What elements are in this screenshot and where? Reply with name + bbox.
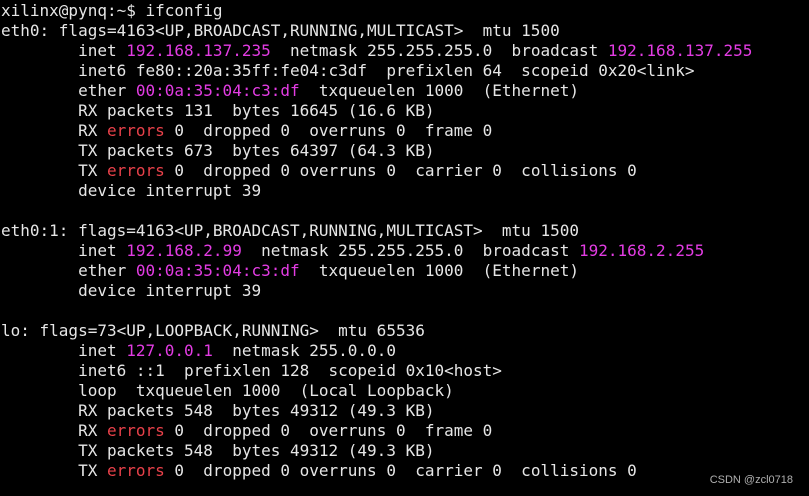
text-segment: TX <box>1 461 107 480</box>
terminal-line: lo: flags=73<UP,LOOPBACK,RUNNING> mtu 65… <box>0 321 809 341</box>
text-segment: loop txqueuelen 1000 (Local Loopback) <box>1 381 454 400</box>
text-segment: netmask 255.255.255.0 broadcast <box>241 241 579 260</box>
errors-label: errors <box>106 161 165 180</box>
prompt-line: xilinx@pynq:~$ ifconfig <box>0 1 809 21</box>
text-segment: device interrupt 39 <box>1 181 262 200</box>
terminal-line: RX packets 548 bytes 49312 (49.3 KB) <box>0 401 809 421</box>
text-segment: ether <box>1 261 136 280</box>
text-segment: txqueuelen 1000 (Ethernet) <box>299 81 579 100</box>
terminal-line: inet 192.168.2.99 netmask 255.255.255.0 … <box>0 241 809 261</box>
text-segment: lo: flags=73<UP,LOOPBACK,RUNNING> mtu 65… <box>1 321 425 340</box>
errors-label: errors <box>106 461 165 480</box>
terminal-line: eth0:1: flags=4163<UP,BROADCAST,RUNNING,… <box>0 221 809 241</box>
text-segment: inet <box>1 41 127 60</box>
watermark: CSDN @zcl0718 <box>709 474 793 486</box>
text-segment: TX packets 673 bytes 64397 (64.3 KB) <box>1 141 435 160</box>
text-segment: inet <box>1 241 127 260</box>
errors-label: errors <box>106 421 165 440</box>
terminal-line: TX errors 0 dropped 0 overruns 0 carrier… <box>0 161 809 181</box>
address-value: 00:0a:35:04:c3:df <box>135 261 300 280</box>
text-segment: xilinx@pynq:~$ ifconfig <box>1 1 223 20</box>
text-segment: netmask 255.255.255.0 broadcast <box>270 41 608 60</box>
address-value: 00:0a:35:04:c3:df <box>135 81 300 100</box>
terminal-output[interactable]: xilinx@pynq:~$ ifconfig eth0: flags=4163<… <box>0 0 809 496</box>
text-segment: netmask 255.0.0.0 <box>212 341 396 360</box>
text-segment: inet6 fe80::20a:35ff:fe04:c3df prefixlen… <box>1 61 695 80</box>
text-segment: inet6 ::1 prefixlen 128 scopeid 0x10<hos… <box>1 361 502 380</box>
terminal-line: TX packets 673 bytes 64397 (64.3 KB) <box>0 141 809 161</box>
terminal-line: TX errors 0 dropped 0 overruns 0 carrier… <box>0 461 809 481</box>
text-segment: ether <box>1 81 136 100</box>
terminal-line: TX packets 548 bytes 49312 (49.3 KB) <box>0 441 809 461</box>
terminal-line: inet 127.0.0.1 netmask 255.0.0.0 <box>0 341 809 361</box>
terminal-line: ether 00:0a:35:04:c3:df txqueuelen 1000 … <box>0 261 809 281</box>
address-value: 127.0.0.1 <box>126 341 213 360</box>
terminal-line: inet6 fe80::20a:35ff:fe04:c3df prefixlen… <box>0 61 809 81</box>
terminal-line: RX errors 0 dropped 0 overruns 0 frame 0 <box>0 121 809 141</box>
address-value: 192.168.2.255 <box>578 241 705 260</box>
text-segment: TX <box>1 161 107 180</box>
text-segment: RX packets 131 bytes 16645 (16.6 KB) <box>1 101 435 120</box>
text-segment: RX packets 548 bytes 49312 (49.3 KB) <box>1 401 435 420</box>
text-segment: eth0:1: flags=4163<UP,BROADCAST,RUNNING,… <box>1 221 579 240</box>
text-segment: eth0: flags=4163<UP,BROADCAST,RUNNING,MU… <box>1 21 560 40</box>
terminal-line: device interrupt 39 <box>0 181 809 201</box>
text-segment: txqueuelen 1000 (Ethernet) <box>299 261 579 280</box>
terminal-line: device interrupt 39 <box>0 281 809 301</box>
terminal-line: RX packets 131 bytes 16645 (16.6 KB) <box>0 101 809 121</box>
errors-label: errors <box>106 121 165 140</box>
text-segment: TX packets 548 bytes 49312 (49.3 KB) <box>1 441 435 460</box>
text-segment: 0 dropped 0 overruns 0 carrier 0 collisi… <box>164 161 637 180</box>
terminal-line: RX errors 0 dropped 0 overruns 0 frame 0 <box>0 421 809 441</box>
terminal-line: ether 00:0a:35:04:c3:df txqueuelen 1000 … <box>0 81 809 101</box>
address-value: 192.168.137.255 <box>607 41 753 60</box>
terminal-line: inet 192.168.137.235 netmask 255.255.255… <box>0 41 809 61</box>
text-segment: RX <box>1 121 107 140</box>
address-value: 192.168.2.99 <box>126 241 242 260</box>
text-segment: device interrupt 39 <box>1 281 262 300</box>
terminal-line: inet6 ::1 prefixlen 128 scopeid 0x10<hos… <box>0 361 809 381</box>
text-segment: RX <box>1 421 107 440</box>
text-segment: 0 dropped 0 overruns 0 frame 0 <box>164 121 493 140</box>
terminal-line: loop txqueuelen 1000 (Local Loopback) <box>0 381 809 401</box>
terminal-line: eth0: flags=4163<UP,BROADCAST,RUNNING,MU… <box>0 21 809 41</box>
text-segment: inet <box>1 341 127 360</box>
text-segment: 0 dropped 0 overruns 0 carrier 0 collisi… <box>164 461 637 480</box>
address-value: 192.168.137.235 <box>126 41 271 60</box>
text-segment: 0 dropped 0 overruns 0 frame 0 <box>164 421 493 440</box>
